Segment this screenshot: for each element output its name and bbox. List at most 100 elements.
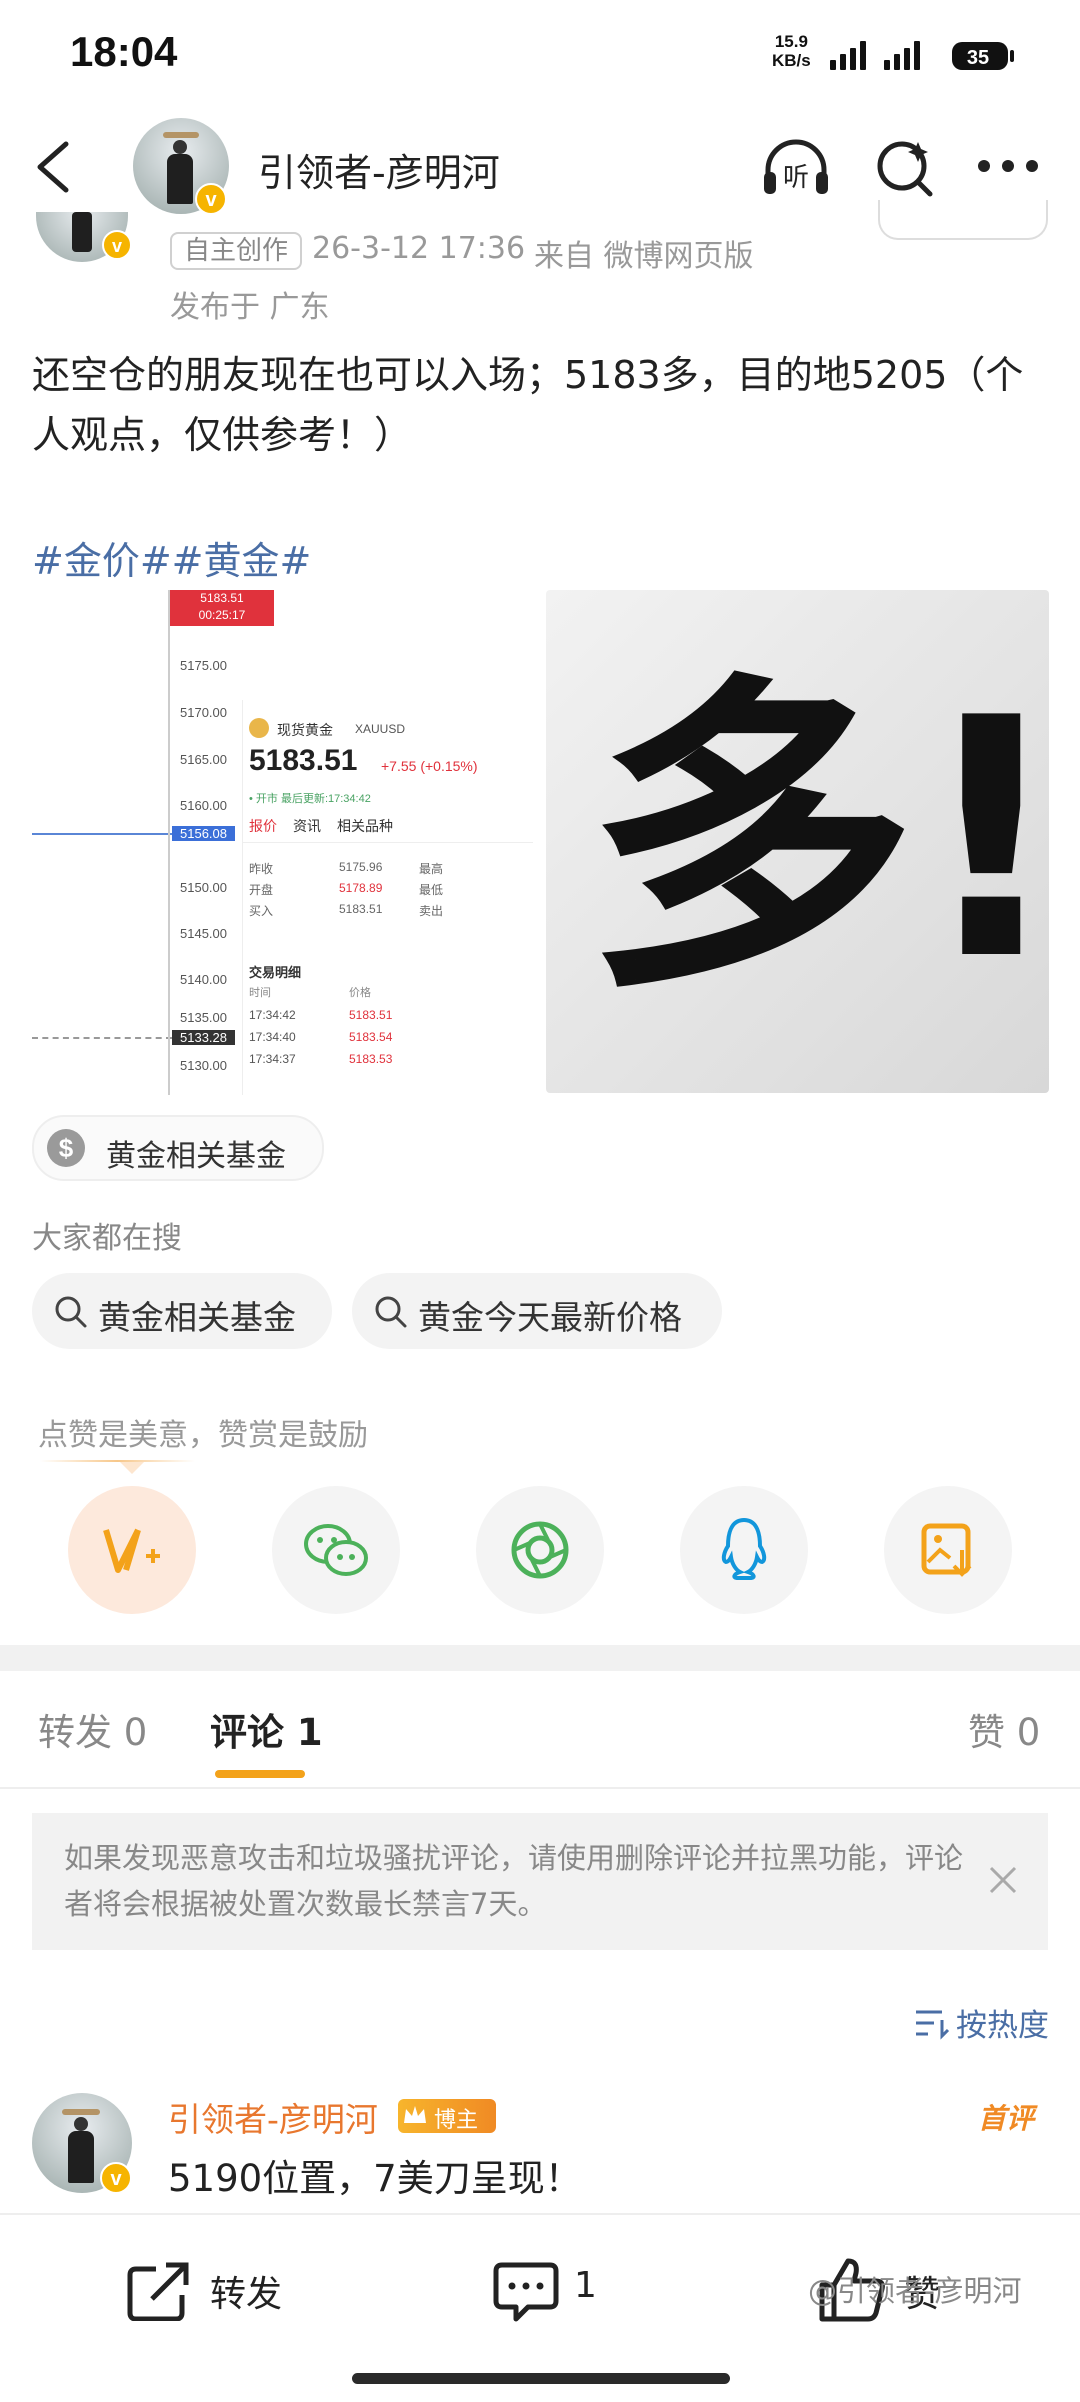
wechat-button[interactable] xyxy=(272,1486,400,1614)
search-chip[interactable]: 黄金相关基金 xyxy=(32,1273,332,1349)
price-tick: 5130.00 xyxy=(180,1058,227,1073)
post-hashtags[interactable]: #金价##黄金# xyxy=(32,530,311,585)
save-image-button[interactable] xyxy=(884,1486,1012,1614)
listen-icon[interactable]: 听 xyxy=(760,136,832,198)
trade-price: 5183.54 xyxy=(349,1030,393,1044)
quote-row-label: 最低 xyxy=(419,883,444,897)
tab-like[interactable]: 赞 0 xyxy=(968,1702,1040,1756)
price-tag-timer: 00:25:17 xyxy=(198,608,246,622)
first-comment-tag: 首评 xyxy=(978,2102,1035,2135)
repost-button-label[interactable]: 转发 xyxy=(210,2265,282,2317)
home-indicator[interactable] xyxy=(352,2373,730,2384)
search-icon xyxy=(375,1296,407,1328)
price-tag-current: 5183.51 xyxy=(200,591,244,605)
sort-icon[interactable] xyxy=(914,2006,950,2040)
gold-fund-chip-label: 黄金相关基金 xyxy=(106,1139,286,1174)
trade-time: 17:34:42 xyxy=(249,1008,296,1022)
post-source: 来自 微博网页版 xyxy=(534,239,754,274)
comment-icon[interactable] xyxy=(492,2261,560,2325)
watermark: @引领者-彦明河 xyxy=(808,2274,1022,2308)
signal-icon xyxy=(830,41,866,70)
post-image-quote[interactable]: 5183.51 00:25:17 5175.00 5170.00 5165.00… xyxy=(32,590,537,1095)
vplus-button[interactable] xyxy=(68,1486,196,1614)
signal-icon-2 xyxy=(884,41,920,70)
repost-icon[interactable] xyxy=(126,2261,192,2321)
battery-icon: 35 xyxy=(952,42,1014,70)
reward-hint: 点赞是美意，赞赏是鼓励 xyxy=(38,1418,368,1453)
comment-verified-badge-icon: v xyxy=(100,2162,132,2194)
trade-title: 交易明细 xyxy=(249,966,302,981)
quote-row-label: 卖出 xyxy=(419,904,444,918)
price-tag-dark: 5133.28 xyxy=(172,1030,235,1045)
gold-fund-chip[interactable]: $ 黄金相关基金 xyxy=(32,1115,324,1181)
original-content-tag: 自主创作 xyxy=(170,232,303,270)
comment-count[interactable]: 1 xyxy=(574,2265,597,2306)
quote-row-label: 昨收 xyxy=(249,862,274,876)
wechat-icon xyxy=(304,1524,368,1576)
comment-notice: 如果发现恶意攻击和垃圾骚扰评论，请使用删除评论并拉黑功能，评论者将会根据被处置次… xyxy=(32,1813,1048,1950)
price-tick: 5170.00 xyxy=(180,705,227,720)
back-arrow-icon[interactable] xyxy=(30,138,76,196)
dollar-icon: $ xyxy=(47,1129,85,1167)
instrument-change: +7.55 (+0.15%) xyxy=(381,758,478,774)
more-icon[interactable] xyxy=(976,158,1040,174)
sort-by-hot[interactable]: 按热度 xyxy=(956,2000,1049,2045)
price-tick: 5160.00 xyxy=(180,798,227,813)
quote-row-value: 5175.96 xyxy=(339,860,383,874)
svg-text:$: $ xyxy=(59,1133,74,1163)
tab-repost[interactable]: 转发 0 xyxy=(38,1702,147,1756)
price-tick: 5175.00 xyxy=(180,658,227,673)
instrument-code: XAUUSD xyxy=(355,722,406,736)
close-icon[interactable] xyxy=(988,1865,1018,1895)
svg-text:v: v xyxy=(110,2168,122,2190)
quote-row-value: 5178.89 xyxy=(339,881,383,895)
post-verified-badge-icon: v xyxy=(102,230,132,260)
search-chip-label: 黄金今天最新价格 xyxy=(418,1298,682,1337)
search-icon xyxy=(55,1296,87,1328)
instrument-name: 现货黄金 xyxy=(277,723,333,739)
market-status: • 开市 最后更新:17:34:42 xyxy=(249,793,371,805)
quote-row-label: 开盘 xyxy=(249,883,274,897)
qq-icon xyxy=(721,1517,767,1580)
trade-header-time: 时间 xyxy=(249,986,271,999)
qq-button[interactable] xyxy=(680,1486,808,1614)
price-tick: 5145.00 xyxy=(180,926,227,941)
battery-level: 35 xyxy=(967,47,989,69)
search-icon[interactable] xyxy=(874,136,938,200)
network-speed-value: 15.9 xyxy=(774,32,808,51)
trending-search-heading: 大家都在搜 xyxy=(32,1221,182,1256)
moments-button[interactable] xyxy=(476,1486,604,1614)
crown-icon xyxy=(404,2106,426,2123)
price-tick: 5135.00 xyxy=(180,1010,227,1025)
instrument-price: 5183.51 xyxy=(249,744,358,777)
quote-row-value: 5183.51 xyxy=(339,902,383,916)
post-time: 26-3-12 17:36 xyxy=(312,231,526,266)
moments-icon xyxy=(511,1521,569,1579)
status-time: 18:04 xyxy=(70,28,178,75)
trade-price: 5183.51 xyxy=(349,1008,393,1022)
price-tick: 5140.00 xyxy=(180,972,227,987)
verified-badge-icon: v xyxy=(195,183,227,215)
post-image-text[interactable]: 多! xyxy=(546,590,1049,1093)
quote-tab: 相关品种 xyxy=(337,819,393,835)
comment-author-name[interactable]: 引领者-彦明河 xyxy=(168,2093,378,2141)
post-body: 还空仓的朋友现在也可以入场；5183多，目的地5205（个人观点，仅供参考！） xyxy=(32,353,1024,457)
search-chip[interactable]: 黄金今天最新价格 xyxy=(352,1273,722,1349)
price-tick: 5165.00 xyxy=(180,752,227,767)
quote-tab-active: 报价 xyxy=(249,819,277,835)
trade-time: 17:34:40 xyxy=(249,1030,296,1044)
price-tick: 5150.00 xyxy=(180,880,227,895)
price-tag-blue: 5156.08 xyxy=(172,826,235,841)
signal-battery-icons: 35 xyxy=(830,41,1014,70)
header-title[interactable]: 引领者-彦明河 xyxy=(258,142,500,197)
tab-active-indicator xyxy=(215,1770,305,1778)
tab-comment[interactable]: 评论 1 xyxy=(210,1702,323,1756)
comment-notice-text: 如果发现恶意攻击和垃圾骚扰评论，请使用删除评论并拉黑功能，评论者将会根据被处置次… xyxy=(64,1841,964,1921)
author-badge-label: 博主 xyxy=(434,2108,479,2133)
tabs-divider xyxy=(0,1787,1080,1789)
quote-tab: 资讯 xyxy=(293,819,321,835)
svg-text:v: v xyxy=(112,236,122,256)
gold-icon xyxy=(249,718,269,738)
listen-label: 听 xyxy=(783,163,809,193)
follow-button[interactable] xyxy=(878,200,1048,240)
